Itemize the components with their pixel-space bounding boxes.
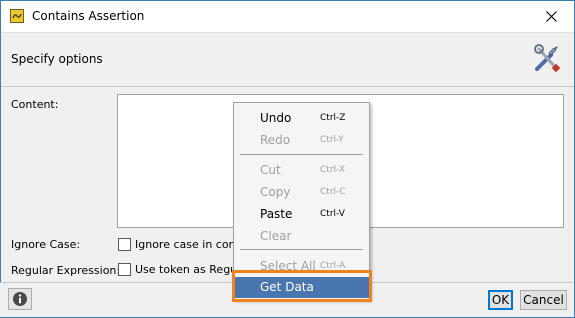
options-header: Specify options: [1, 32, 574, 87]
content-label: Content:: [11, 98, 59, 111]
menu-item-label: Paste: [260, 207, 293, 221]
tools-icon: [533, 43, 561, 76]
menu-item-copy[interactable]: Copy Ctrl-C: [234, 182, 369, 202]
regex-checkbox-label: Use token as Regul: [135, 263, 241, 276]
menu-item-label: Select All: [260, 259, 316, 273]
info-icon: [13, 292, 27, 306]
header-title: Specify options: [11, 52, 103, 66]
menu-item-label: Cut: [260, 163, 281, 177]
menu-item-shortcut: Ctrl-Y: [320, 135, 344, 145]
menu-item-select-all[interactable]: Select All Ctrl-A: [234, 256, 369, 276]
regex-checkbox[interactable]: [118, 263, 131, 276]
menu-item-shortcut: Ctrl-Z: [320, 113, 346, 123]
soapui-icon: [10, 9, 24, 23]
window-title: Contains Assertion: [32, 9, 145, 23]
ok-button[interactable]: OK: [488, 290, 513, 310]
menu-item-cut[interactable]: Cut Ctrl-X: [234, 160, 369, 180]
ignore-case-checkbox-label: Ignore case in com: [135, 238, 240, 251]
ignore-case-checkbox[interactable]: [118, 238, 131, 251]
menu-item-redo[interactable]: Redo Ctrl-Y: [234, 130, 369, 150]
ignore-case-label: Ignore Case:: [11, 238, 81, 251]
menu-item-shortcut: Ctrl-A: [320, 261, 346, 271]
menu-item-shortcut: Ctrl-V: [320, 209, 345, 219]
menu-item-label: Get Data: [260, 280, 314, 294]
menu-item-label: Undo: [260, 111, 292, 125]
menu-item-paste[interactable]: Paste Ctrl-V: [234, 204, 369, 224]
menu-item-label: Redo: [260, 133, 291, 147]
menu-item-label: Copy: [260, 185, 291, 199]
close-icon: [546, 11, 557, 22]
menu-item-clear[interactable]: Clear: [234, 226, 369, 246]
info-button[interactable]: [8, 288, 32, 310]
menu-item-shortcut: Ctrl-X: [320, 165, 345, 175]
menu-item-undo[interactable]: Undo Ctrl-Z: [234, 108, 369, 128]
menu-item-get-data[interactable]: Get Data: [234, 277, 369, 298]
close-button[interactable]: [529, 1, 574, 32]
context-menu: Undo Ctrl-Z Redo Ctrl-Y Cut Ctrl-X Copy …: [233, 102, 370, 300]
menu-item-label: Clear: [260, 229, 292, 243]
regex-label: Regular Expression:: [11, 264, 121, 277]
title-bar[interactable]: Contains Assertion: [1, 1, 574, 32]
menu-separator: [240, 154, 363, 155]
menu-separator: [240, 249, 363, 250]
cancel-button[interactable]: Cancel: [520, 290, 567, 310]
menu-item-shortcut: Ctrl-C: [320, 187, 346, 197]
